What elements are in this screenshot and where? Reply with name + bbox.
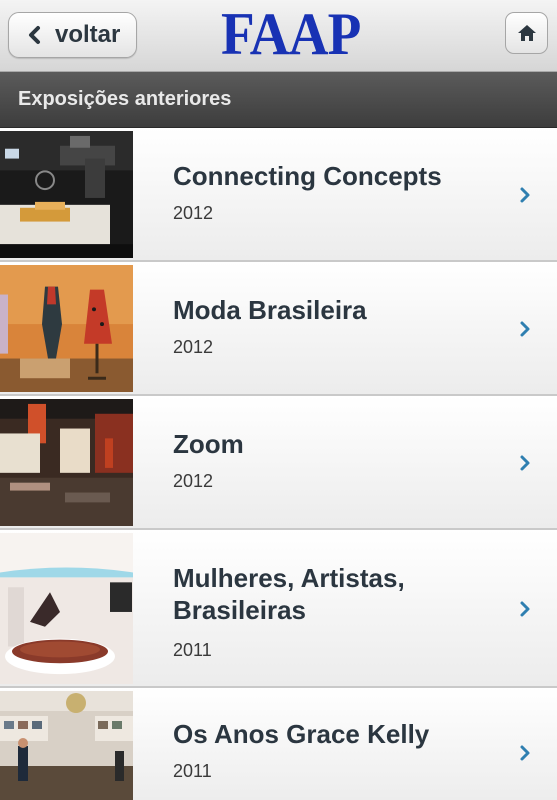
faap-logo: FAAP bbox=[221, 1, 361, 67]
exhibition-title: Os Anos Grace Kelly bbox=[173, 719, 430, 749]
exhibition-title: Zoom bbox=[173, 429, 244, 459]
back-button[interactable]: voltar bbox=[8, 12, 137, 58]
exhibition-year: 2012 bbox=[173, 337, 214, 357]
section-title: Exposições anteriores bbox=[18, 88, 232, 110]
exhibition-thumbnail bbox=[0, 691, 133, 800]
exhibition-title: Moda Brasileira bbox=[173, 295, 367, 325]
chevron-right-icon bbox=[520, 601, 530, 617]
chevron-left-icon bbox=[29, 26, 40, 44]
exhibition-year: 2011 bbox=[173, 640, 212, 660]
exhibition-thumbnail bbox=[0, 533, 133, 684]
exhibition-title: Mulheres, Artistas, Brasileiras bbox=[173, 563, 405, 625]
list-item[interactable]: Mulheres, Artistas, Brasileiras 2011 bbox=[0, 530, 557, 688]
exhibition-title: Connecting Concepts bbox=[173, 161, 442, 191]
exhibition-thumbnail bbox=[0, 131, 133, 258]
exhibition-year: 2012 bbox=[173, 203, 214, 223]
list-item[interactable]: Connecting Concepts 2012 bbox=[0, 128, 557, 262]
exhibition-year: 2011 bbox=[173, 761, 212, 781]
back-button-label: voltar bbox=[55, 21, 121, 48]
list-item[interactable]: Zoom 2012 bbox=[0, 396, 557, 530]
chevron-right-icon bbox=[520, 187, 530, 203]
exhibition-year: 2012 bbox=[173, 471, 214, 491]
list-item[interactable]: Moda Brasileira 2012 bbox=[0, 262, 557, 396]
home-icon bbox=[517, 25, 536, 41]
list-item[interactable]: Os Anos Grace Kelly 2011 bbox=[0, 688, 557, 800]
home-button[interactable] bbox=[505, 12, 548, 54]
top-toolbar: voltar FAAP bbox=[0, 0, 557, 72]
exhibition-thumbnail bbox=[0, 265, 133, 392]
chevron-right-icon bbox=[520, 455, 530, 471]
exhibition-thumbnail bbox=[0, 399, 133, 526]
chevron-right-icon bbox=[520, 321, 530, 337]
section-header: Exposições anteriores bbox=[0, 72, 557, 128]
exhibition-list: Connecting Concepts 2012 Moda Brasileira… bbox=[0, 128, 557, 800]
chevron-right-icon bbox=[520, 745, 530, 761]
